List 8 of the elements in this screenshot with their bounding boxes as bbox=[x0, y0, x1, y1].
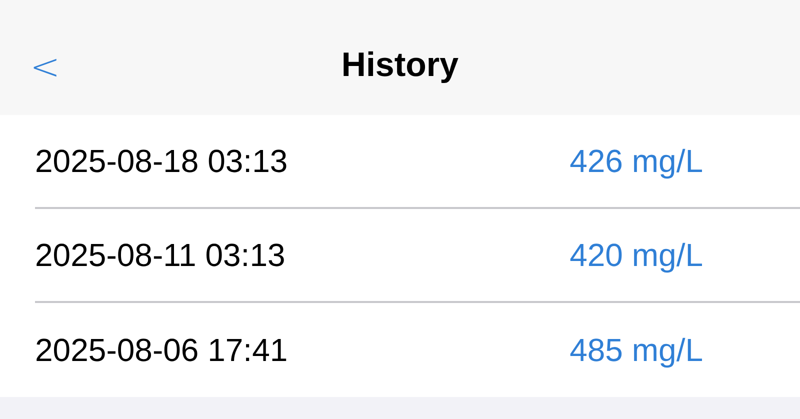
date-time: 2025-08-11 03:13 bbox=[35, 236, 286, 275]
date-time: 2025-08-18 03:13 bbox=[35, 142, 288, 181]
reading-value: 426 mg/L bbox=[570, 142, 703, 181]
back-button[interactable]: < bbox=[30, 50, 60, 86]
date-time: 2025-08-06 17:41 bbox=[35, 331, 288, 370]
nav-title: History bbox=[341, 44, 459, 86]
reading-value: 420 mg/L bbox=[570, 236, 703, 275]
reading-value: 485 mg/L bbox=[570, 331, 703, 370]
